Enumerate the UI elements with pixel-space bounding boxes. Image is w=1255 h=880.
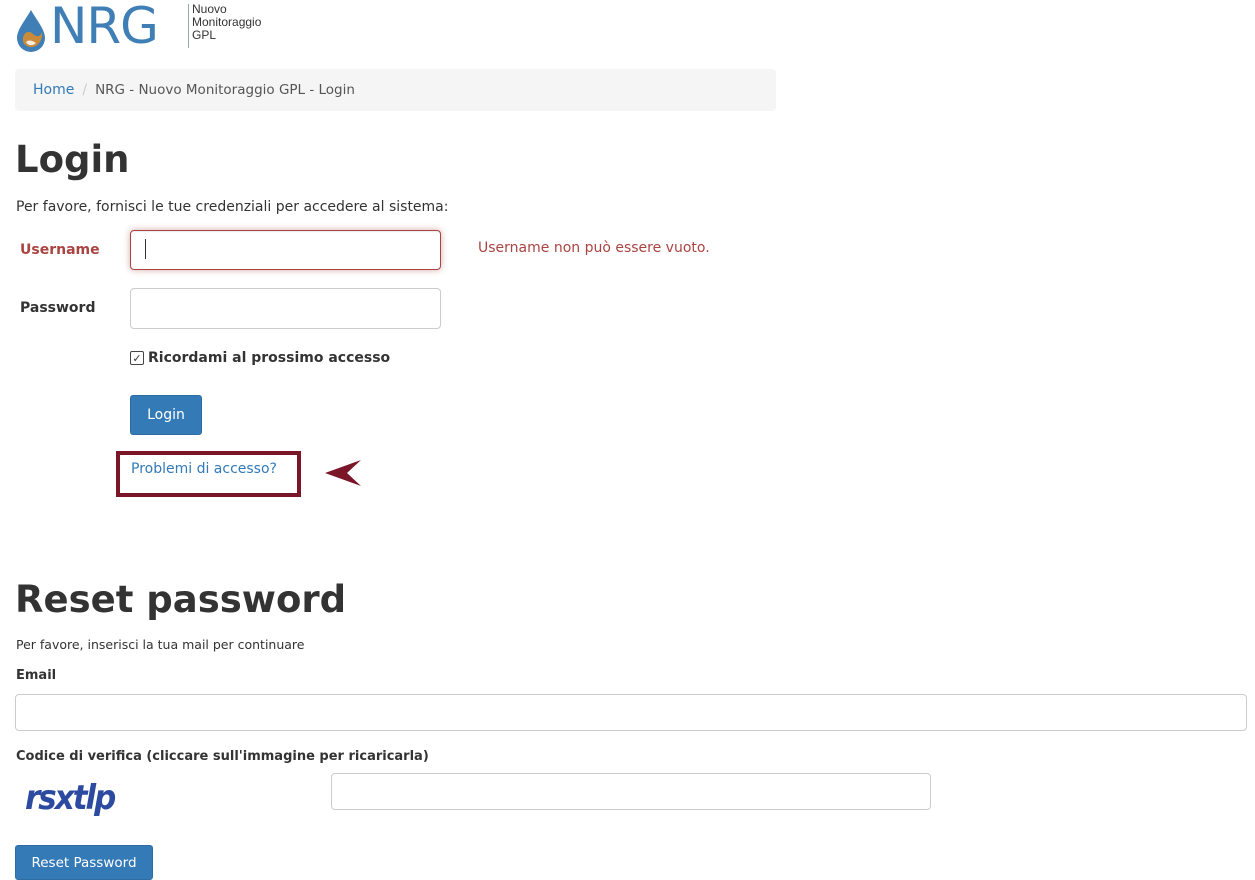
login-title: Login: [15, 138, 130, 181]
login-intro: Per favore, fornisci le tue credenziali …: [16, 199, 449, 215]
pointer-arrow-icon: [325, 460, 361, 486]
username-input[interactable]: [130, 230, 441, 270]
captcha-image[interactable]: rsxtlp: [25, 778, 116, 818]
gas-drop-icon: [17, 10, 45, 52]
breadcrumb-home-link[interactable]: Home: [33, 82, 74, 98]
reset-intro: Per favore, inserisci la tua mail per co…: [16, 637, 305, 652]
username-error-message: Username non può essere vuoto.: [478, 240, 710, 256]
logo-subtitle-line: GPL: [192, 28, 217, 42]
nrg-logo[interactable]: NRG Nuovo Monitoraggio GPL: [14, 0, 294, 55]
email-input[interactable]: [15, 694, 1247, 731]
breadcrumb: Home / NRG - Nuovo Monitoraggio GPL - Lo…: [15, 69, 776, 111]
password-label: Password: [20, 300, 96, 316]
logo-subtitle: Nuovo Monitoraggio GPL: [192, 3, 302, 42]
reset-password-title: Reset password: [15, 578, 347, 621]
access-problems-link[interactable]: Problemi di accesso?: [131, 461, 277, 477]
reset-password-button[interactable]: Reset Password: [15, 845, 153, 880]
breadcrumb-separator: /: [82, 82, 88, 98]
breadcrumb-current: NRG - Nuovo Monitoraggio GPL - Login: [95, 82, 355, 98]
captcha-label: Codice di verifica (cliccare sull'immagi…: [16, 749, 429, 764]
username-label: Username: [20, 242, 100, 258]
captcha-input[interactable]: [331, 773, 931, 810]
logo-divider: [188, 4, 189, 48]
remember-me-checkbox[interactable]: ✓ Ricordami al prossimo accesso: [130, 350, 390, 366]
remember-me-label: Ricordami al prossimo accesso: [148, 350, 391, 366]
checkbox-checked-icon[interactable]: ✓: [130, 351, 144, 365]
logo-text: NRG: [50, 0, 159, 55]
text-caret: [145, 239, 146, 259]
password-input[interactable]: [130, 288, 441, 329]
login-button[interactable]: Login: [130, 395, 202, 435]
email-label: Email: [16, 668, 57, 683]
